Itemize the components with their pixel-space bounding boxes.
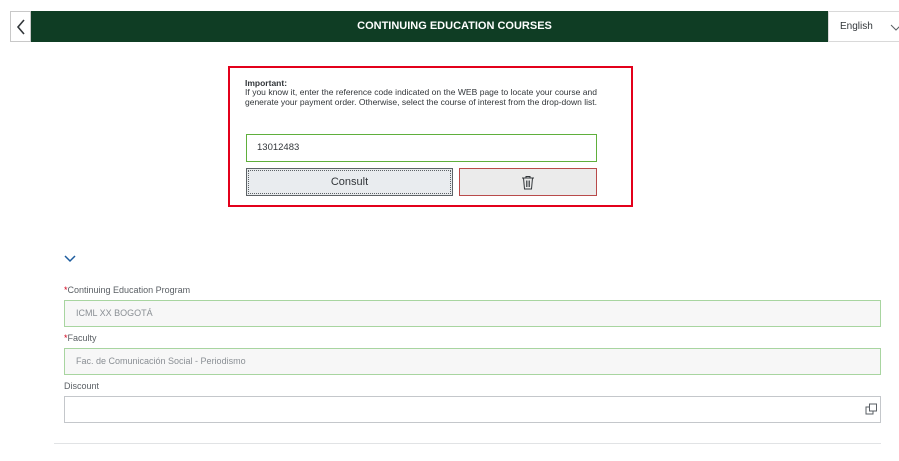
program-label: *Continuing Education Program <box>64 285 190 295</box>
chevron-down-icon <box>890 24 899 31</box>
language-select[interactable]: English <box>828 11 899 42</box>
clear-button[interactable] <box>459 168 597 196</box>
language-label: English <box>840 21 873 32</box>
value-help-icon[interactable] <box>865 403 878 416</box>
reference-code-input[interactable]: 13012483 <box>246 134 597 162</box>
faculty-label-text: Faculty <box>67 333 97 343</box>
program-label-text: Continuing Education Program <box>67 285 191 295</box>
divider <box>54 443 881 444</box>
header-bar: CONTINUING EDUCATION COURSES English <box>10 11 899 42</box>
discount-label: Discount <box>64 381 100 391</box>
consult-button[interactable]: Consult <box>246 168 453 196</box>
trash-icon <box>522 175 534 189</box>
notice-text: If you know it, enter the reference code… <box>245 87 597 107</box>
faculty-label: *Faculty <box>64 333 97 343</box>
reference-code-panel: Important: If you know it, enter the ref… <box>228 66 633 207</box>
discount-field[interactable] <box>64 396 881 423</box>
faculty-field[interactable]: Fac. de Comunicación Social - Periodismo <box>64 348 881 375</box>
page-title: CONTINUING EDUCATION COURSES <box>357 20 552 32</box>
program-field[interactable]: ICML XX BOGOTÁ <box>64 300 881 327</box>
collapse-chevron-icon[interactable] <box>64 254 76 264</box>
